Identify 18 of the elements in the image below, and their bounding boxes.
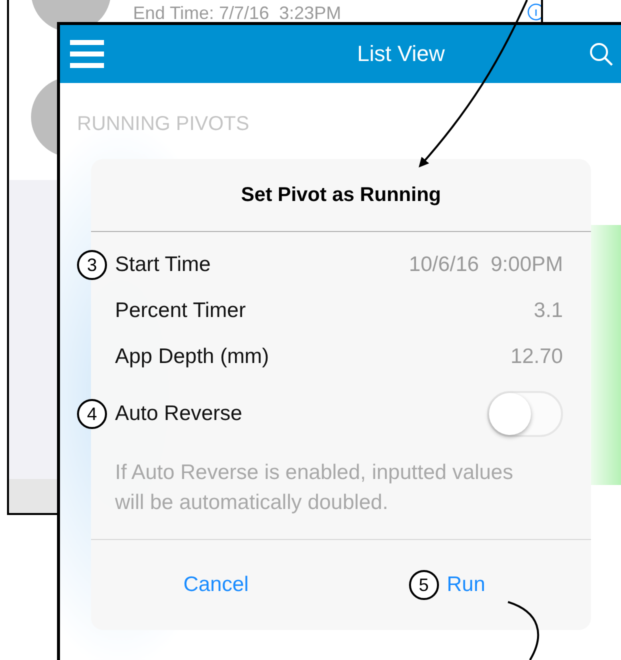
field-label: Start Time [115, 253, 211, 277]
end-time-text: End Time: 7/7/16 3:23PM [133, 3, 342, 24]
field-value[interactable]: 3.1 [534, 299, 563, 323]
section-header: RUNNING PIVOTS [77, 113, 250, 136]
note-text: If Auto Reverse is enabled, inputted values will be automatically doubled. [115, 460, 514, 516]
field-label: App Depth (mm) [115, 345, 270, 369]
info-icon[interactable] [527, 3, 541, 21]
menu-icon[interactable] [70, 39, 104, 69]
field-value[interactable]: 12.70 [510, 345, 563, 369]
dialog-button[interactable]: Cancel [183, 573, 249, 597]
dialog-title: Set Pivot as Running [91, 159, 591, 232]
field-label: Percent Timer [115, 299, 246, 323]
field-value[interactable]: 10/6/16 9:00PM [408, 253, 563, 277]
screen-title: List View [357, 41, 445, 67]
dialog-button[interactable]: Run [446, 573, 486, 597]
toggle-switch[interactable] [487, 391, 563, 437]
search-icon[interactable] [588, 41, 614, 67]
field-label: Auto Reverse [115, 402, 242, 426]
